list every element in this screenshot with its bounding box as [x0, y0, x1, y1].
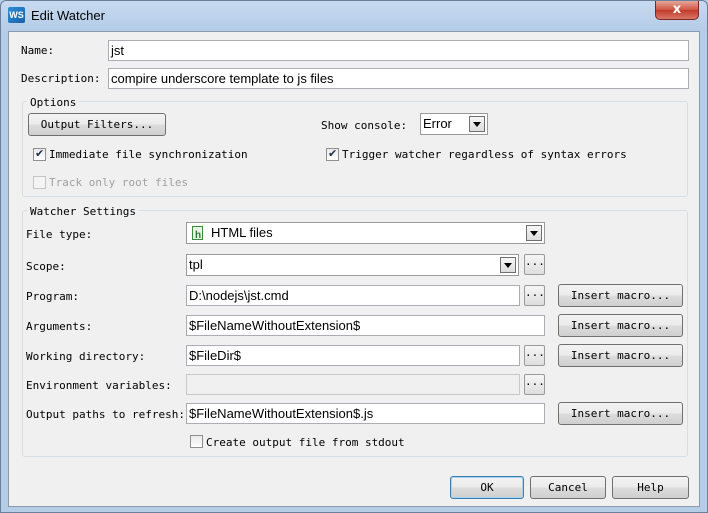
name-input[interactable]: jst	[108, 40, 689, 61]
output-filters-button[interactable]: Output Filters...	[28, 113, 166, 136]
help-button[interactable]: Help	[612, 476, 689, 499]
output-paths-input[interactable]: $FileNameWithoutExtension$.js	[186, 403, 545, 424]
dialog-body: Name: jst Description: compire underscor…	[8, 31, 700, 507]
working-directory-label: Working directory:	[26, 350, 146, 363]
description-label: Description:	[21, 72, 101, 85]
output-paths-insert-macro-button[interactable]: Insert macro...	[558, 402, 683, 425]
show-console-value: Error	[423, 116, 452, 131]
program-browse-button[interactable]: ...	[524, 285, 545, 306]
arguments-insert-macro-button[interactable]: Insert macro...	[558, 314, 683, 337]
working-directory-browse-button[interactable]: ...	[524, 345, 545, 366]
chevron-down-icon[interactable]	[526, 225, 542, 241]
ok-button[interactable]: OK	[450, 476, 524, 499]
track-root-label: Track only root files	[49, 176, 189, 189]
file-type-select[interactable]: HTML files	[186, 222, 545, 246]
immediate-sync-checkbox[interactable]	[33, 147, 46, 161]
scope-label: Scope:	[26, 260, 66, 273]
output-paths-label: Output paths to refresh:	[26, 408, 185, 421]
window-title: Edit Watcher	[31, 8, 105, 23]
program-input[interactable]: D:\nodejs\jst.cmd	[186, 285, 520, 306]
options-group-title: Options	[27, 96, 80, 109]
arguments-label: Arguments:	[26, 320, 93, 333]
environment-variables-input[interactable]	[186, 374, 520, 395]
scope-browse-button[interactable]: ...	[524, 254, 545, 275]
environment-variables-browse-button[interactable]: ...	[524, 374, 545, 395]
description-input[interactable]: compire underscore template to js files	[108, 68, 689, 89]
cancel-button[interactable]: Cancel	[530, 476, 606, 499]
chevron-down-icon[interactable]	[469, 116, 485, 132]
trigger-watcher-checkbox[interactable]	[326, 147, 339, 161]
immediate-sync-label: Immediate file synchronization	[49, 148, 248, 161]
arguments-input[interactable]: $FileNameWithoutExtension$	[186, 315, 545, 336]
name-label: Name:	[21, 44, 55, 57]
file-type-label: File type:	[26, 228, 93, 241]
show-console-select[interactable]: Error	[420, 113, 488, 135]
working-directory-input[interactable]: $FileDir$	[186, 345, 520, 366]
webstorm-logo-icon: WS	[8, 7, 25, 23]
show-console-label: Show console:	[321, 119, 408, 132]
close-icon: x	[672, 2, 682, 17]
html-file-icon	[192, 226, 203, 246]
environment-variables-label: Environment variables:	[26, 379, 172, 392]
title-bar[interactable]: WS Edit Watcher	[1, 1, 707, 31]
working-directory-insert-macro-button[interactable]: Insert macro...	[558, 344, 683, 367]
scope-value: tpl	[189, 257, 203, 272]
chevron-down-icon[interactable]	[500, 257, 516, 273]
create-output-label: Create output file from stdout	[206, 436, 405, 449]
trigger-watcher-label: Trigger watcher regardless of syntax err…	[342, 148, 627, 161]
close-button[interactable]: x	[655, 1, 699, 20]
track-root-checkbox[interactable]	[33, 176, 46, 189]
watcher-settings-group-title: Watcher Settings	[27, 205, 139, 218]
create-output-checkbox[interactable]	[190, 435, 203, 448]
file-type-value: HTML files	[211, 225, 273, 240]
scope-select[interactable]: tpl	[186, 254, 519, 276]
program-insert-macro-button[interactable]: Insert macro...	[558, 284, 683, 307]
edit-watcher-window: WS Edit Watcher x Name: jst Description:…	[0, 0, 708, 513]
program-label: Program:	[26, 290, 79, 303]
